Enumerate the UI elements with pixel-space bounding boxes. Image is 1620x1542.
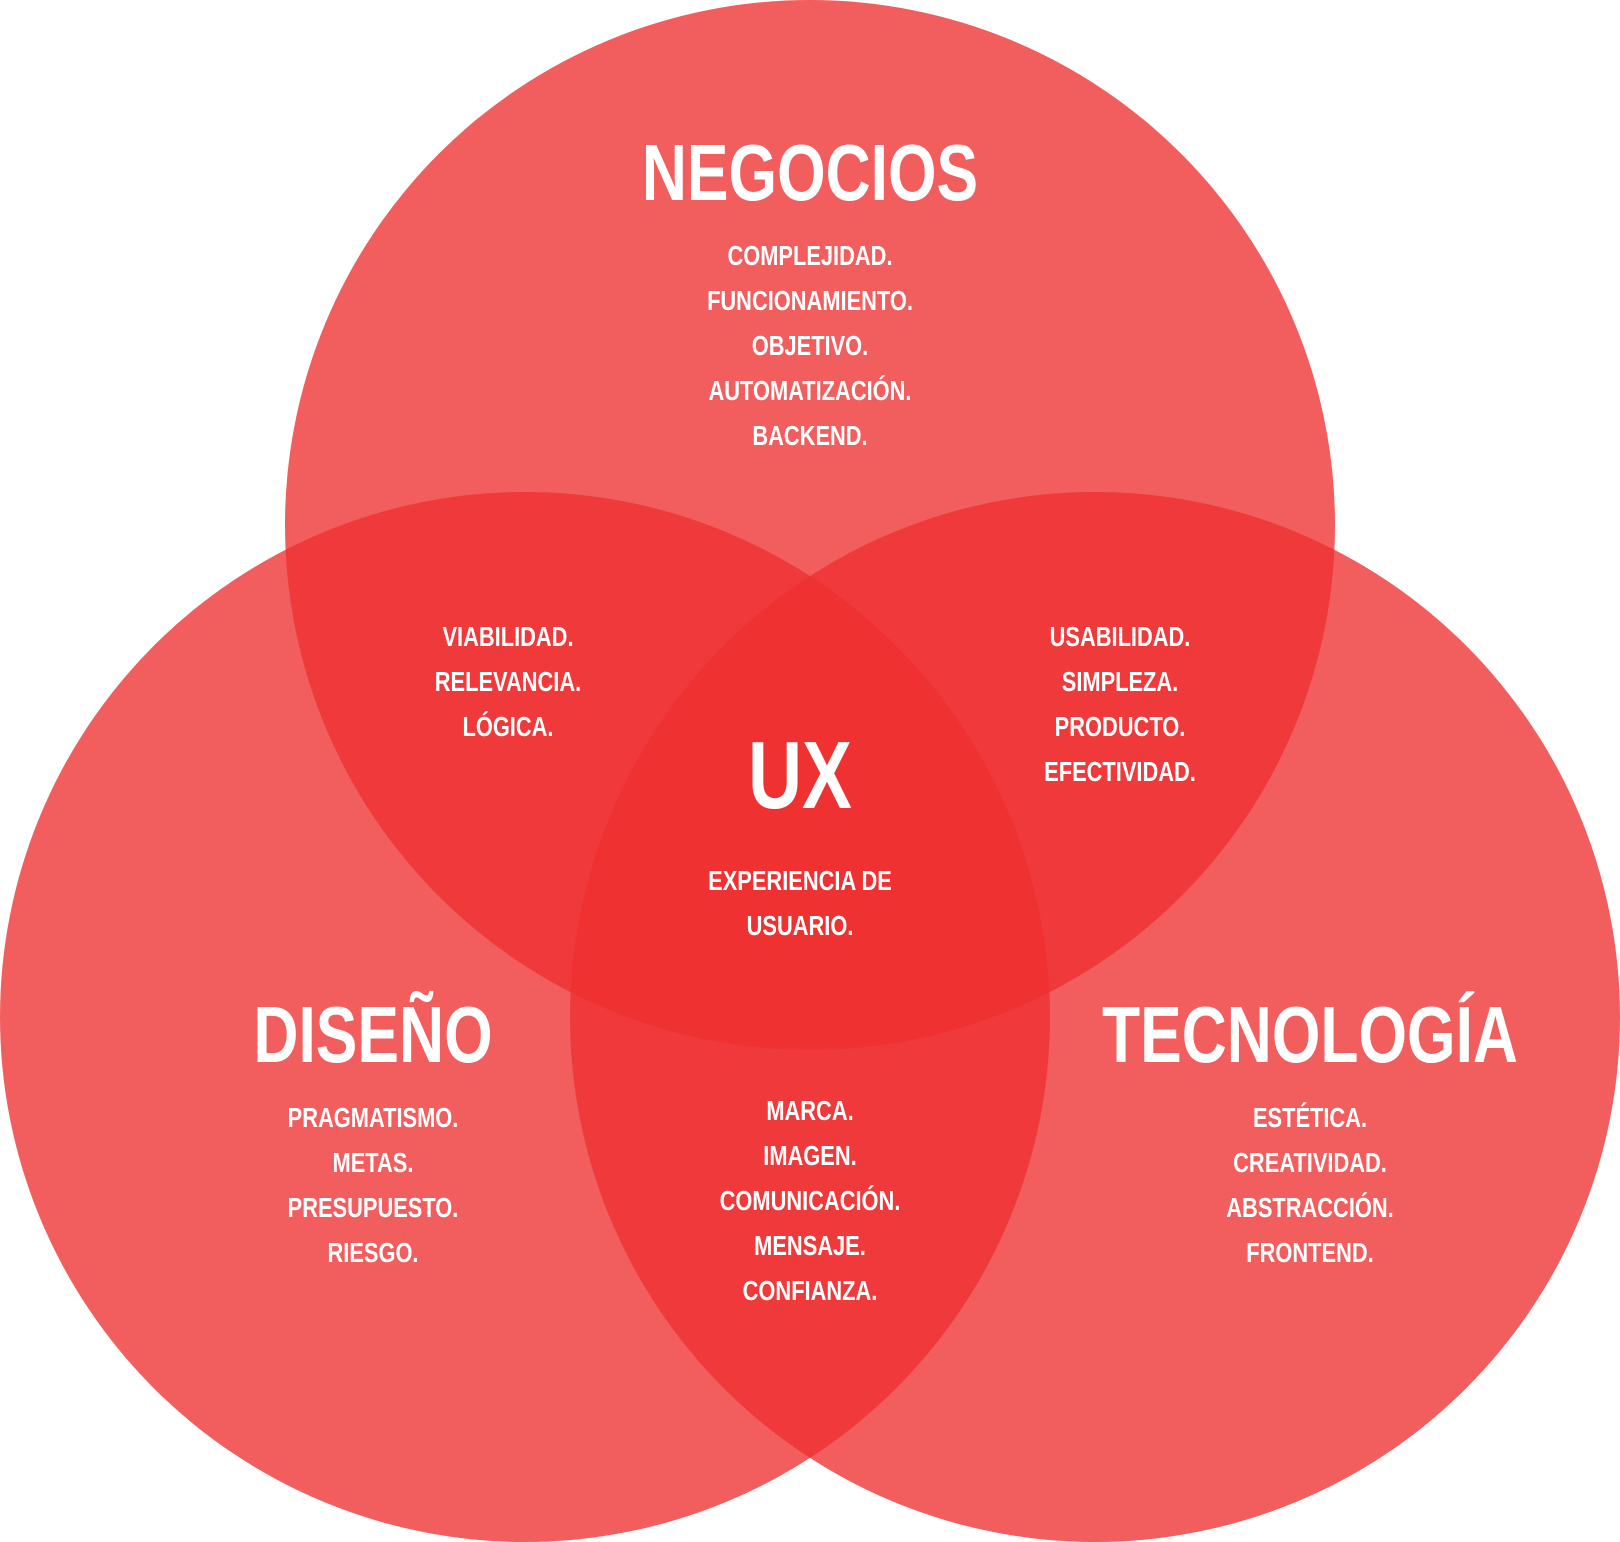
set-title-tecnologia: TECNOLOGÍA — [1102, 990, 1518, 1079]
ux-subtitle-line2: USUARIO. — [746, 910, 854, 941]
list-item: ABSTRACCIÓN. — [1226, 1192, 1394, 1223]
list-item: MARCA. — [766, 1095, 854, 1126]
overlap-diseno-tecnologia: MARCA. IMAGEN. COMUNICACIÓN. MENSAJE. CO… — [694, 1088, 926, 1313]
list-item: PRAGMATISMO. — [287, 1102, 459, 1133]
list-item: SIMPLEZA. — [1061, 666, 1179, 697]
ux-subtitle-line1: EXPERIENCIA DE — [708, 865, 892, 896]
list-item: COMUNICACIÓN. — [719, 1185, 901, 1216]
list-item: BACKEND. — [752, 420, 868, 451]
list-item: FUNCIONAMIENTO. — [707, 285, 913, 316]
list-item: COMPLEJIDAD. — [727, 240, 893, 271]
set-negocios: NEGOCIOS COMPLEJIDAD. FUNCIONAMIENTO. OB… — [594, 133, 1025, 458]
list-item: CREATIVIDAD. — [1233, 1147, 1387, 1178]
set-items-negocios: COMPLEJIDAD. FUNCIONAMIENTO. OBJETIVO. A… — [594, 233, 1025, 458]
list-item: METAS. — [332, 1147, 414, 1178]
set-diseno: DISEÑO PRAGMATISMO. METAS. PRESUPUESTO. … — [220, 995, 527, 1275]
set-title-negocios: NEGOCIOS — [641, 128, 979, 217]
list-item: PRODUCTO. — [1054, 711, 1186, 742]
list-item: CONFIANZA. — [742, 1275, 878, 1306]
center-ux: UX EXPERIENCIA DE USUARIO. — [682, 728, 917, 948]
overlap-negocios-tecnologia: USABILIDAD. SIMPLEZA. PRODUCTO. EFECTIVI… — [1023, 614, 1217, 794]
list-item: ESTÉTICA. — [1252, 1102, 1368, 1133]
list-item: EFECTIVIDAD. — [1044, 756, 1196, 787]
list-item: IMAGEN. — [763, 1140, 857, 1171]
set-title-diseno: DISEÑO — [253, 990, 493, 1079]
list-item: RELEVANCIA. — [434, 666, 582, 697]
list-item: AUTOMATIZACIÓN. — [708, 375, 912, 406]
list-item: MENSAJE. — [754, 1230, 866, 1261]
list-item: RIESGO. — [327, 1237, 419, 1268]
set-items-diseno: PRAGMATISMO. METAS. PRESUPUESTO. RIESGO. — [220, 1095, 527, 1275]
list-item: OBJETIVO. — [751, 330, 869, 361]
list-item: VIABILIDAD. — [442, 621, 574, 652]
list-item: USABILIDAD. — [1049, 621, 1191, 652]
set-tecnologia: TECNOLOGÍA ESTÉTICA. CREATIVIDAD. ABSTRA… — [1043, 995, 1576, 1275]
list-item: LÓGICA. — [462, 711, 554, 742]
ux-title: UX — [747, 722, 853, 829]
list-item: FRONTEND. — [1246, 1237, 1374, 1268]
set-items-tecnologia: ESTÉTICA. CREATIVIDAD. ABSTRACCIÓN. FRON… — [1043, 1095, 1576, 1275]
overlap-negocios-diseno: VIABILIDAD. RELEVANCIA. LÓGICA. — [414, 614, 602, 749]
list-item: PRESUPUESTO. — [287, 1192, 459, 1223]
